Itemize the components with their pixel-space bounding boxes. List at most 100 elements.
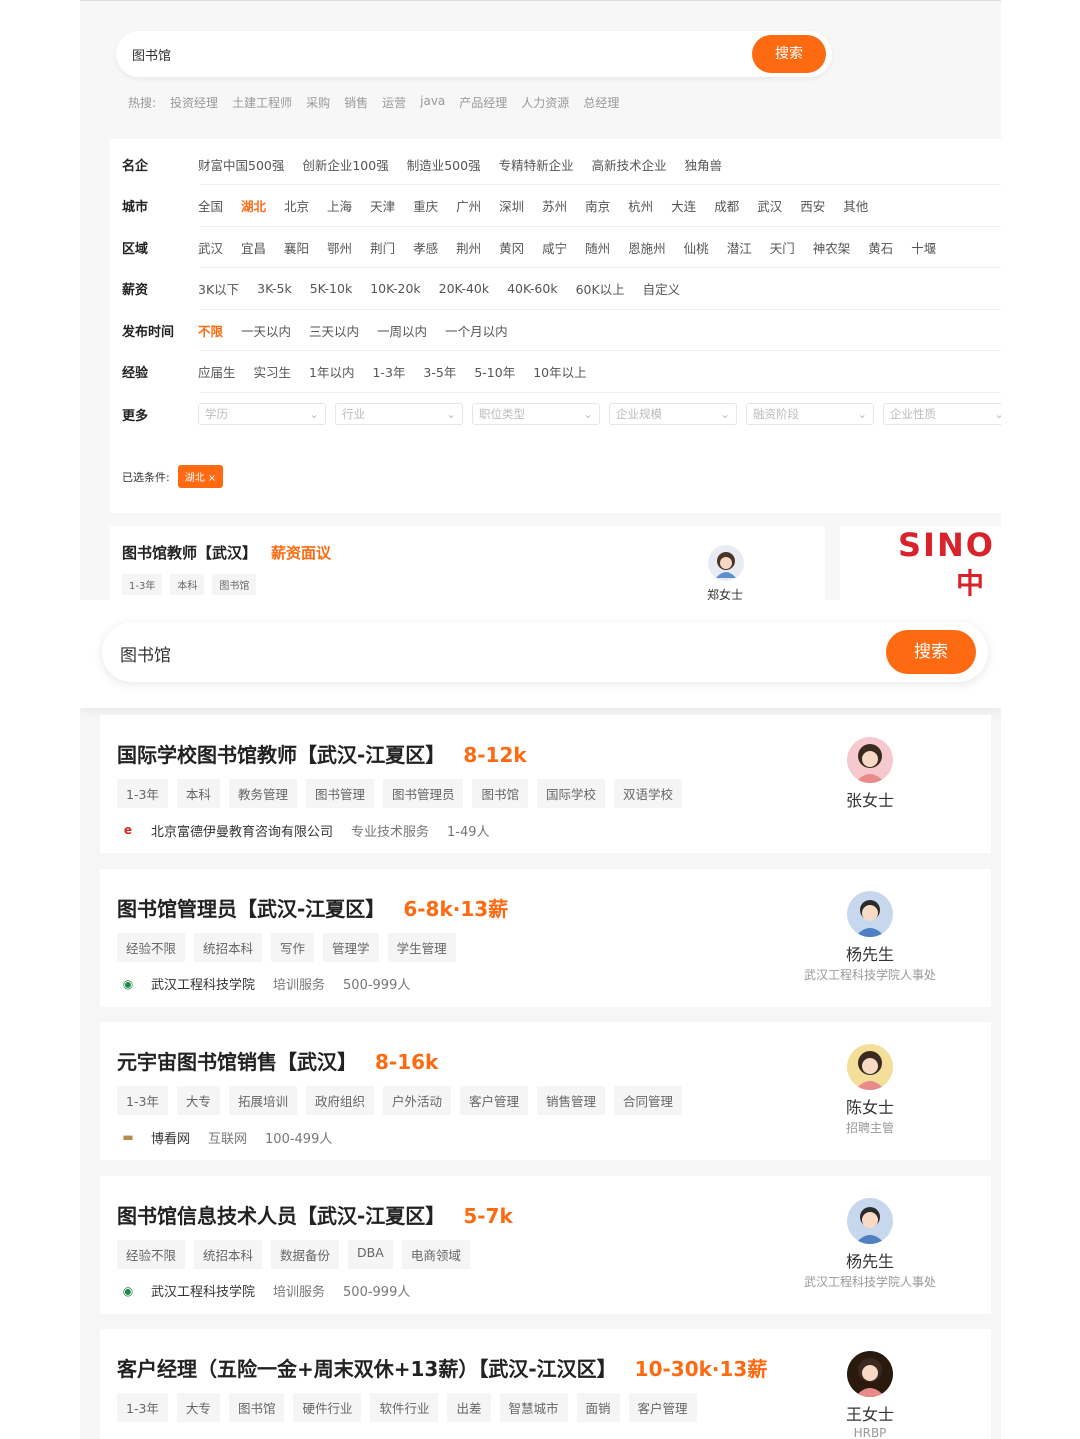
- hot-item[interactable]: 采购: [306, 94, 330, 111]
- filter-option[interactable]: 制造业500强: [407, 155, 481, 174]
- filter-option[interactable]: 5K-10k: [310, 281, 353, 296]
- close-icon[interactable]: ×: [208, 473, 216, 484]
- filter-option[interactable]: 全国: [198, 196, 223, 215]
- job-card[interactable]: 图书馆信息技术人员【武汉-江夏区】 5-7k 经验不限 统招本科 数据备份 DBA 电商领域…: [100, 1175, 991, 1314]
- company-name[interactable]: 广东拓迪智能科技有限公司: [151, 1435, 307, 1439]
- dropdown-company-size[interactable]: 企业规模 ⌄: [609, 403, 737, 425]
- job-title[interactable]: 图书馆管理员【武汉-江夏区】 6-8k·13薪: [117, 893, 508, 922]
- filter-option[interactable]: 恩施州: [628, 238, 666, 257]
- filter-option[interactable]: 3K-5k: [257, 281, 292, 296]
- filter-option[interactable]: 北京: [284, 196, 309, 215]
- filter-option[interactable]: 广州: [456, 196, 481, 215]
- filter-option[interactable]: 湖北: [241, 196, 266, 215]
- filter-option[interactable]: 其他: [843, 196, 868, 215]
- filter-option[interactable]: 仙桃: [684, 238, 709, 257]
- filter-option[interactable]: 南京: [585, 196, 610, 215]
- filter-option[interactable]: 咸宁: [542, 238, 567, 257]
- dropdown-funding[interactable]: 融资阶段 ⌄: [746, 403, 874, 425]
- filter-option[interactable]: 实习生: [254, 362, 292, 381]
- filter-option[interactable]: 苏州: [542, 196, 567, 215]
- filter-option[interactable]: 随州: [585, 238, 610, 257]
- filter-option[interactable]: 神农架: [813, 238, 851, 257]
- filter-option[interactable]: 黄冈: [499, 238, 524, 257]
- filter-option[interactable]: 10K-20k: [370, 281, 420, 296]
- filter-option[interactable]: 财富中国500强: [198, 155, 284, 174]
- job-title[interactable]: 图书馆信息技术人员【武汉-江夏区】 5-7k: [117, 1200, 513, 1229]
- filter-option[interactable]: 一个月以内: [445, 321, 508, 340]
- hot-item[interactable]: java: [420, 94, 445, 111]
- search-button-top[interactable]: 搜索: [752, 35, 826, 73]
- hot-item[interactable]: 人力资源: [521, 94, 569, 111]
- chosen-chip[interactable]: 湖北 ×: [177, 465, 224, 488]
- filter-option[interactable]: 上海: [327, 196, 352, 215]
- filter-option[interactable]: 西安: [800, 196, 825, 215]
- filter-option[interactable]: 20K-40k: [439, 281, 489, 296]
- company-name[interactable]: 武汉工程科技学院: [151, 974, 255, 993]
- company-name[interactable]: 博看网: [151, 1128, 190, 1147]
- search-input-top[interactable]: 图书馆: [132, 45, 171, 64]
- filter-option[interactable]: 一周以内: [377, 321, 427, 340]
- job-title[interactable]: 元宇宙图书馆销售【武汉】 8-16k: [117, 1046, 438, 1075]
- job-card[interactable]: 国际学校图书馆教师【武汉-江夏区】 8-12k 1-3年 本科 教务管理 图书管理 图书管理…: [100, 715, 991, 853]
- dropdown-company-type[interactable]: 企业性质 ⌄: [883, 403, 1001, 425]
- filter-option[interactable]: 十堰: [911, 238, 936, 257]
- filter-option[interactable]: 专精特新企业: [499, 155, 574, 174]
- filter-option[interactable]: 孝感: [413, 238, 438, 257]
- filter-option[interactable]: 武汉: [757, 196, 782, 215]
- filter-option[interactable]: 大连: [671, 196, 696, 215]
- hot-item[interactable]: 产品经理: [459, 94, 507, 111]
- dropdown-job-type[interactable]: 职位类型 ⌄: [472, 403, 600, 425]
- company-name[interactable]: 北京富德伊曼教育咨询有限公司: [151, 821, 333, 840]
- filter-option[interactable]: 潜江: [727, 238, 752, 257]
- filter-option[interactable]: 自定义: [643, 279, 681, 298]
- filter-option[interactable]: 武汉: [198, 238, 223, 257]
- filter-option[interactable]: 1-3年: [372, 362, 405, 381]
- filter-option[interactable]: 40K-60k: [507, 281, 557, 296]
- filter-option[interactable]: 5-10年: [474, 362, 515, 381]
- job-tag: 拓展培训: [228, 1086, 297, 1115]
- filter-option[interactable]: 三天以内: [309, 321, 359, 340]
- filter-option[interactable]: 60K以上: [576, 279, 625, 298]
- filter-option[interactable]: 高新技术企业: [592, 155, 667, 174]
- filter-option[interactable]: 3-5年: [423, 362, 456, 381]
- filter-option[interactable]: 襄阳: [284, 238, 309, 257]
- job-card[interactable]: 图书馆管理员【武汉-江夏区】 6-8k·13薪 经验不限 统招本科 写作 管理学 学生管理 ◉…: [100, 868, 991, 1007]
- hot-item[interactable]: 总经理: [583, 94, 619, 111]
- filter-option[interactable]: 应届生: [198, 362, 236, 381]
- dropdown-education[interactable]: 学历 ⌄: [198, 403, 326, 425]
- hot-item[interactable]: 投资经理: [170, 94, 218, 111]
- hot-item[interactable]: 土建工程师: [232, 94, 292, 111]
- job-title[interactable]: 客户经理（五险一金+周末双休+13薪）【武汉-江汉区】 10-30k·13薪: [117, 1353, 767, 1382]
- job-card[interactable]: 客户经理（五险一金+周末双休+13薪）【武汉-江汉区】 10-30k·13薪 1-3…: [100, 1329, 991, 1439]
- search-bar[interactable]: 图书馆 搜索: [102, 622, 988, 682]
- filter-option[interactable]: 鄂州: [327, 238, 352, 257]
- company-name[interactable]: 武汉工程科技学院: [151, 1281, 255, 1300]
- filter-option[interactable]: 天津: [370, 196, 395, 215]
- search-button[interactable]: 搜索: [886, 630, 976, 674]
- search-bar-top[interactable]: 图书馆 搜索: [116, 31, 832, 77]
- dropdown-industry[interactable]: 行业 ⌄: [335, 403, 463, 425]
- search-input[interactable]: 图书馆: [120, 641, 171, 666]
- filter-option[interactable]: 创新企业100强: [302, 155, 388, 174]
- filter-option[interactable]: 3K以下: [198, 279, 239, 298]
- job-title[interactable]: 国际学校图书馆教师【武汉-江夏区】 8-12k: [117, 739, 527, 768]
- filter-option[interactable]: 1年以内: [309, 362, 354, 381]
- filter-option[interactable]: 深圳: [499, 196, 524, 215]
- filter-option[interactable]: 一天以内: [241, 321, 291, 340]
- filter-option[interactable]: 10年以上: [533, 362, 586, 381]
- filter-option[interactable]: 成都: [714, 196, 739, 215]
- filter-option[interactable]: 荆州: [456, 238, 481, 257]
- filter-option[interactable]: 黄石: [868, 238, 893, 257]
- filter-option[interactable]: 宜昌: [241, 238, 266, 257]
- hot-item[interactable]: 销售: [344, 94, 368, 111]
- filter-option[interactable]: 荆门: [370, 238, 395, 257]
- job-card[interactable]: 元宇宙图书馆销售【武汉】 8-16k 1-3年 大专 拓展培训 政府组织 户外活动 客户管理销…: [100, 1022, 991, 1160]
- filter-option[interactable]: 独角兽: [685, 155, 723, 174]
- hot-item[interactable]: 运营: [382, 94, 406, 111]
- filter-option[interactable]: 杭州: [628, 196, 653, 215]
- filter-option[interactable]: 重庆: [413, 196, 438, 215]
- filter-option[interactable]: 不限: [198, 321, 223, 340]
- job-card-preview[interactable]: 图书馆教师【武汉】 薪资面议 1-3年 本科 图书馆 郑女士: [110, 526, 825, 600]
- ad-banner[interactable]: SINO 中国: [840, 526, 1001, 600]
- filter-option[interactable]: 天门: [770, 238, 795, 257]
